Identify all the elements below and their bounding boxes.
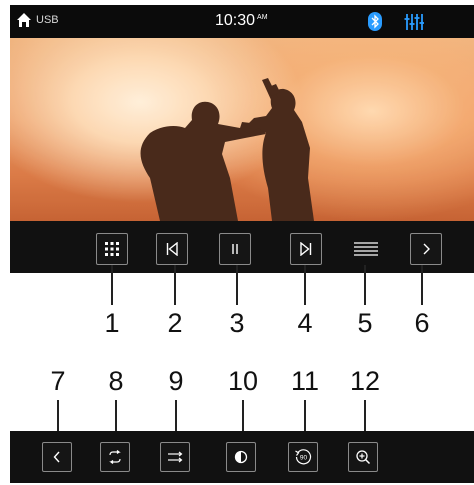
- list-button[interactable]: [350, 233, 382, 265]
- repeat-icon: [109, 450, 121, 464]
- callout-line-4: [304, 265, 306, 305]
- video-scene: [10, 38, 474, 221]
- menu-button[interactable]: [96, 233, 128, 265]
- rotate-90-icon: 90: [295, 449, 312, 465]
- previous-button[interactable]: [156, 233, 188, 265]
- menu-grid-icon: [105, 242, 119, 256]
- callout-line-5: [364, 265, 366, 305]
- status-bar: USB 10:30 AM: [10, 5, 474, 38]
- source-label: USB: [36, 14, 59, 26]
- callout-9: 9: [168, 366, 184, 396]
- callout-line-1: [111, 265, 113, 305]
- shuffle-icon: [168, 451, 183, 463]
- pause-icon: [232, 244, 238, 254]
- callout-line-6: [421, 265, 423, 305]
- zoom-button[interactable]: [348, 442, 378, 472]
- secondary-control-bar: 90: [10, 431, 474, 483]
- callout-3: 3: [229, 308, 245, 338]
- next-button[interactable]: [290, 233, 322, 265]
- clock-time: 10:30: [215, 12, 256, 29]
- callout-7: 7: [50, 366, 66, 396]
- callout-6: 6: [414, 308, 430, 338]
- clock: 10:30 AM: [215, 12, 268, 30]
- callout-10: 10: [227, 366, 259, 396]
- callout-12: 12: [349, 366, 381, 396]
- pause-button[interactable]: [219, 233, 251, 265]
- home-icon[interactable]: [16, 12, 32, 28]
- callout-line-2: [174, 265, 176, 305]
- rotate-button[interactable]: 90: [288, 442, 318, 472]
- rotate-label: 90: [300, 455, 308, 462]
- callout-1: 1: [104, 308, 120, 338]
- brightness-button[interactable]: [226, 442, 256, 472]
- zoom-in-icon: [356, 450, 371, 465]
- next-page-button[interactable]: [410, 233, 442, 265]
- next-track-icon: [300, 242, 312, 256]
- playback-control-bar: [10, 221, 474, 273]
- chevron-left-icon: [53, 451, 60, 463]
- shuffle-button[interactable]: [160, 442, 190, 472]
- callout-4: 4: [297, 308, 313, 338]
- callout-8: 8: [108, 366, 124, 396]
- chevron-right-icon: [423, 243, 430, 255]
- bluetooth-icon[interactable]: [368, 12, 382, 31]
- previous-page-button[interactable]: [42, 442, 72, 472]
- callout-5: 5: [357, 308, 373, 338]
- clock-ampm: AM: [257, 14, 268, 21]
- video-frame[interactable]: [10, 38, 474, 221]
- equalizer-icon[interactable]: [404, 13, 424, 31]
- callout-line-3: [236, 265, 238, 305]
- callout-11: 11: [290, 366, 320, 396]
- previous-track-icon: [166, 242, 178, 256]
- list-icon: [354, 242, 378, 256]
- callout-2: 2: [167, 308, 183, 338]
- brightness-icon: [234, 450, 248, 464]
- repeat-button[interactable]: [100, 442, 130, 472]
